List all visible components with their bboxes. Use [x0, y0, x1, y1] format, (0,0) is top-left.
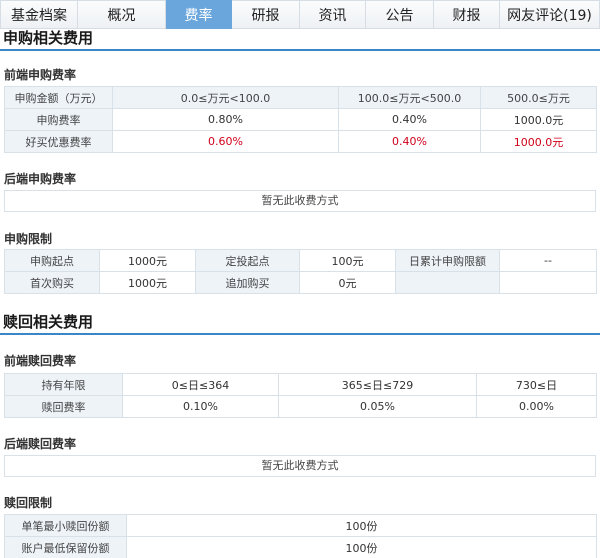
- back-purchase-rate-heading: 后端申购费率: [4, 172, 77, 186]
- rate-cell: 0.80%: [112, 108, 339, 131]
- tab-fund-profile[interactable]: 基金档案: [0, 0, 78, 29]
- discount-rate-cell: 0.60%: [112, 130, 339, 153]
- redeem-limits-heading: 赎回限制: [4, 496, 53, 510]
- limit-label: 追加购买: [195, 271, 300, 294]
- front-purchase-rate-heading: 前端申购费率: [4, 68, 77, 82]
- limit-label: 申购起点: [4, 249, 100, 272]
- period-header: 730≤日: [476, 373, 597, 396]
- limit-label: [395, 271, 500, 294]
- front-redeem-rate-table: 持有年限 0≤日≤364 365≤日≤729 730≤日 赎回费率 0.10% …: [4, 373, 597, 418]
- tier-header: 500.0≤万元: [480, 86, 597, 109]
- redeem-fees-heading: 赎回相关费用: [0, 313, 600, 335]
- rate-cell: 0.00%: [476, 395, 597, 418]
- back-redeem-rate-heading: 后端赎回费率: [4, 437, 77, 451]
- tab-announcements[interactable]: 公告: [366, 0, 434, 29]
- tier-header: 100.0≤万元<500.0: [338, 86, 481, 109]
- fund-tab-bar: 基金档案 概况 费率 研报 资讯 公告 财报 网友评论(19): [0, 0, 600, 29]
- limit-label: 账户最低保留份额: [4, 536, 127, 558]
- rate-cell: 0.05%: [278, 395, 477, 418]
- back-redeem-empty-notice: 暂无此收费方式: [4, 455, 596, 477]
- limit-label: 首次购买: [4, 271, 100, 294]
- limit-value: 0元: [299, 271, 396, 294]
- purchase-limits-heading: 申购限制: [4, 232, 53, 246]
- tier-header: 0.0≤万元<100.0: [112, 86, 339, 109]
- purchase-limits-table: 申购起点 1000元 定投起点 100元 日累计申购限额 -- 首次购买 100…: [4, 249, 597, 294]
- discount-rate-cell: 1000.0元: [480, 130, 597, 153]
- discount-rate-cell: 0.40%: [338, 130, 481, 153]
- table-row: 持有年限 0≤日≤364 365≤日≤729 730≤日: [4, 373, 597, 396]
- tab-comments[interactable]: 网友评论(19): [500, 0, 600, 29]
- limit-value: 100份: [126, 514, 597, 537]
- limit-value: --: [499, 249, 597, 272]
- tab-news[interactable]: 资讯: [300, 0, 366, 29]
- discount-rate-label: 好买优惠费率: [4, 130, 113, 153]
- tab-fees[interactable]: 费率: [166, 0, 232, 29]
- table-row: 赎回费率 0.10% 0.05% 0.00%: [4, 395, 597, 418]
- table-row: 申购费率 0.80% 0.40% 1000.0元: [4, 108, 597, 131]
- rate-cell: 0.10%: [122, 395, 279, 418]
- limit-value: 100元: [299, 249, 396, 272]
- table-row: 申购起点 1000元 定投起点 100元 日累计申购限额 --: [4, 249, 597, 272]
- limit-label: 日累计申购限额: [395, 249, 500, 272]
- limit-value: [499, 271, 597, 294]
- table-row: 账户最低保留份额 100份: [4, 536, 597, 558]
- front-redeem-rate-heading: 前端赎回费率: [4, 354, 77, 368]
- limit-label: 定投起点: [195, 249, 300, 272]
- limit-label: 单笔最小赎回份额: [4, 514, 127, 537]
- tab-financials[interactable]: 财报: [434, 0, 500, 29]
- holding-period-header: 持有年限: [4, 373, 123, 396]
- back-purchase-empty-notice: 暂无此收费方式: [4, 190, 596, 212]
- tab-research[interactable]: 研报: [232, 0, 300, 29]
- period-header: 365≤日≤729: [278, 373, 477, 396]
- rate-cell: 0.40%: [338, 108, 481, 131]
- purchase-fees-heading: 申购相关费用: [0, 29, 600, 51]
- purchase-rate-label: 申购费率: [4, 108, 113, 131]
- table-row: 单笔最小赎回份额 100份: [4, 514, 597, 537]
- rate-cell: 1000.0元: [480, 108, 597, 131]
- redeem-rate-label: 赎回费率: [4, 395, 123, 418]
- limit-value: 1000元: [99, 249, 196, 272]
- tab-overview[interactable]: 概况: [78, 0, 166, 29]
- table-row: 申购金额（万元） 0.0≤万元<100.0 100.0≤万元<500.0 500…: [4, 86, 597, 109]
- limit-value: 100份: [126, 536, 597, 558]
- table-row: 首次购买 1000元 追加购买 0元: [4, 271, 597, 294]
- redeem-limits-table: 单笔最小赎回份额 100份 账户最低保留份额 100份: [4, 514, 597, 558]
- table-row: 好买优惠费率 0.60% 0.40% 1000.0元: [4, 130, 597, 153]
- front-purchase-rate-table: 申购金额（万元） 0.0≤万元<100.0 100.0≤万元<500.0 500…: [4, 86, 597, 153]
- limit-value: 1000元: [99, 271, 196, 294]
- period-header: 0≤日≤364: [122, 373, 279, 396]
- amount-header: 申购金额（万元）: [4, 86, 113, 109]
